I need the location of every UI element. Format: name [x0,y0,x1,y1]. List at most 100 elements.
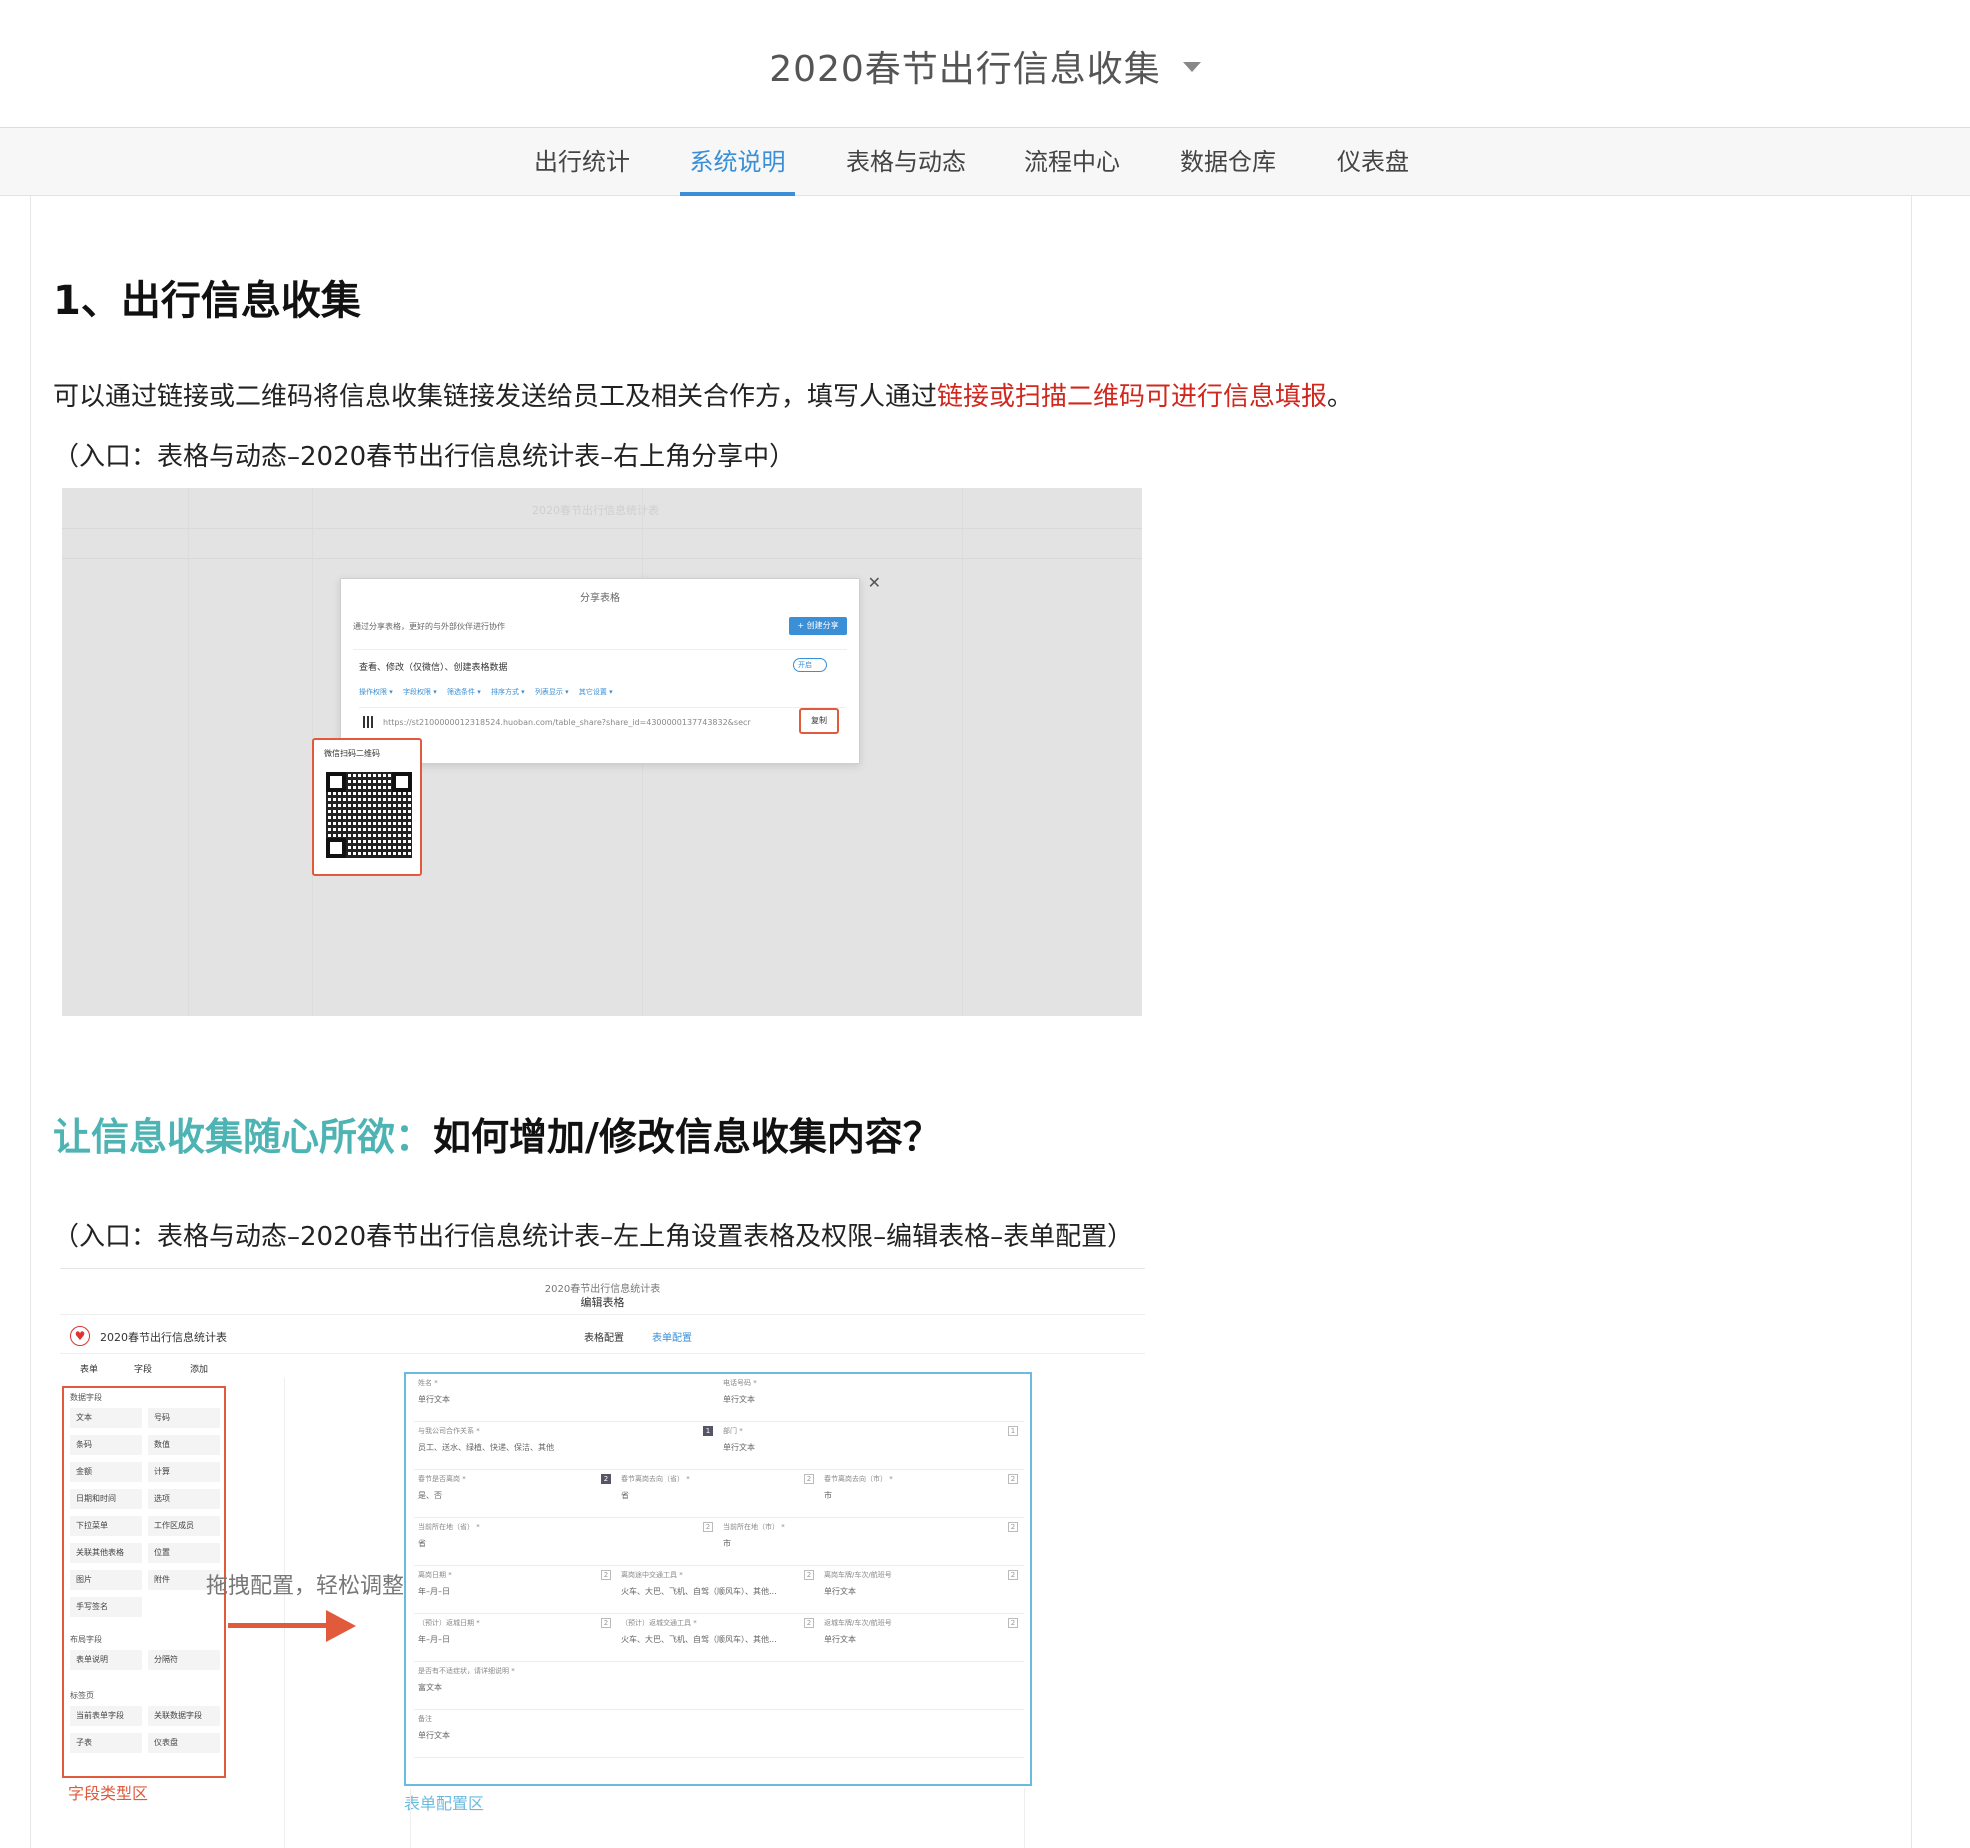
dialog-title: 分享表格 [580,593,620,604]
field-linked-data[interactable]: 关联数据字段 [148,1706,220,1726]
form-cell[interactable]: 春节是否离岗 * 是、否 2 [414,1470,617,1517]
tab-form-config[interactable]: 表单配置 [652,1329,692,1344]
share-dialog: 分享表格 ✕ 通过分享表格，更好的与外部伙伴进行协作 + 创建分享 查看、修改（… [340,573,881,764]
create-share-button[interactable]: + 创建分享 [789,617,847,635]
section-heading-1: 1、出行信息收集 [53,278,361,324]
form-cell[interactable]: 返城车牌/车次/航班号 单行文本 2 [820,1614,1024,1661]
app-title[interactable]: 2020春节出行信息收集 [769,49,1161,90]
divider [1024,1788,1025,1848]
form-cell[interactable]: （预计）返城交通工具 * 火车、大巴、飞机、自驾（顺风车）、其他... 2 [617,1614,820,1661]
cell-label: 姓名 * [418,1379,438,1387]
field-current-form[interactable]: 当前表单字段 [70,1706,142,1726]
field-location[interactable]: 位置 [148,1543,220,1563]
option-field-permission[interactable]: 字段权限 ▾ [403,688,437,696]
cell-label: 当前所在地（省） * [418,1523,480,1531]
copy-button[interactable]: 复制 [799,708,839,734]
column-count-badge[interactable]: 2 [1008,1522,1018,1532]
field-calc[interactable]: 计算 [148,1462,220,1482]
option-filter[interactable]: 筛选条件 ▾ [447,688,481,696]
share-url[interactable]: https://st2100000012318524.huoban.com/ta… [383,718,751,727]
field-barcode[interactable]: 条码 [70,1435,142,1455]
cell-value: 火车、大巴、飞机、自驾（顺风车）、其他... [621,1635,777,1644]
field-numeric[interactable]: 数值 [148,1435,220,1455]
tab-dashboard[interactable]: 仪表盘 [1326,128,1420,196]
divider [62,528,1142,529]
form-cell[interactable]: 春节离岗去向（市） * 市 2 [820,1470,1024,1517]
form-cell[interactable]: 电话号码 * 单行文本 [719,1374,1024,1421]
tab-workflow-center[interactable]: 流程中心 [1016,128,1128,196]
field-dropdown[interactable]: 下拉菜单 [70,1516,142,1536]
form-cell[interactable]: 离岗途中交通工具 * 火车、大巴、飞机、自驾（顺风车）、其他... 2 [617,1566,820,1613]
column-count-badge[interactable]: 2 [601,1570,611,1580]
form-config-area-label: 表单配置区 [404,1794,485,1813]
column-count-badge[interactable]: 2 [1008,1474,1018,1484]
app-title-dropdown[interactable]: 2020春节出行信息收集 [0,40,1970,92]
column-count-badge[interactable]: 2 [601,1618,611,1628]
para-highlight: 链接或扫描二维码可进行信息填报 [937,382,1328,412]
chevron-down-icon[interactable] [1182,62,1201,72]
field-subtable[interactable]: 子表 [70,1733,142,1753]
field-signature[interactable]: 手写签名 [70,1597,142,1617]
cell-value: 是、否 [418,1491,442,1500]
cell-label: 春节是否离岗 * [418,1475,466,1483]
column-count-badge[interactable]: 1 [1008,1426,1018,1436]
form-cell[interactable]: 当前所在地（省） * 省 2 [414,1518,719,1565]
tab-form[interactable]: 表单 [80,1362,98,1375]
form-cell[interactable]: 是否有不适症状，请详细说明 * 富文本 [414,1662,1024,1709]
column-count-badge[interactable]: 2 [804,1618,814,1628]
option-other[interactable]: 其它设置 ▾ [579,688,613,696]
cell-label: 部门 * [723,1427,743,1435]
cell-value: 员工、送水、绿植、快递、保洁、其他 [418,1443,554,1452]
close-icon[interactable]: ✕ [868,573,881,592]
field-amount[interactable]: 金额 [70,1462,142,1482]
column-count-badge[interactable]: 1 [703,1426,713,1436]
option-operation-permission[interactable]: 操作权限 ▾ [359,688,393,696]
column-count-badge[interactable]: 2 [1008,1618,1018,1628]
form-config-screenshot: 2020春节出行信息统计表 编辑表格 ♥ 2020春节出行信息统计表 表格配置 … [60,1268,1145,1848]
para-suffix: 。 [1327,382,1354,412]
field-link-table[interactable]: 关联其他表格 [70,1543,142,1563]
divider [962,488,963,1016]
column-count-badge[interactable]: 2 [601,1474,611,1484]
option-list-display[interactable]: 列表显示 ▾ [535,688,569,696]
column-count-badge[interactable]: 2 [804,1570,814,1580]
form-cell[interactable]: 备注 单行文本 [414,1710,1024,1757]
form-cell[interactable]: 与我公司合作关系 * 员工、送水、绿植、快递、保洁、其他 1 [414,1422,719,1469]
form-cell[interactable]: 部门 * 单行文本 1 [719,1422,1024,1469]
column-count-badge[interactable]: 2 [1008,1570,1018,1580]
field-options[interactable]: 选项 [148,1489,220,1509]
field-member[interactable]: 工作区成员 [148,1516,220,1536]
field-image[interactable]: 图片 [70,1570,142,1590]
field-datetime[interactable]: 日期和时间 [70,1489,142,1509]
form-cell[interactable]: 当前所在地（市） * 市 2 [719,1518,1024,1565]
tab-add[interactable]: 添加 [190,1362,208,1375]
option-sort[interactable]: 排序方式 ▾ [491,688,525,696]
form-cell[interactable]: （预计）返城日期 * 年–月–日 2 [414,1614,617,1661]
form-cell[interactable]: 离岗日期 * 年–月–日 2 [414,1566,617,1613]
column-count-badge[interactable]: 2 [804,1474,814,1484]
form-cell[interactable]: 春节离岗去向（省） * 省 2 [617,1470,820,1517]
tab-fields[interactable]: 字段 [134,1362,152,1375]
cell-value: 单行文本 [723,1443,755,1452]
qr-code-icon[interactable] [363,716,375,728]
share-toggle[interactable]: 开启 [793,658,827,672]
field-text[interactable]: 文本 [70,1408,142,1428]
form-cell[interactable]: 姓名 * 单行文本 [414,1374,719,1421]
field-panel-tabs: 表单 字段 添加 [60,1356,230,1380]
field-form-desc[interactable]: 表单说明 [70,1650,142,1670]
tab-system-guide[interactable]: 系统说明 [680,128,795,196]
tab-tables-activity[interactable]: 表格与动态 [840,128,972,196]
column-count-badge[interactable]: 2 [703,1522,713,1532]
tab-data-warehouse[interactable]: 数据仓库 [1172,128,1284,196]
field-number-id[interactable]: 号码 [148,1408,220,1428]
qr-popup: 微信扫码二维码 [312,738,422,876]
cell-label: 与我公司合作关系 * [418,1427,480,1435]
field-separator[interactable]: 分隔符 [148,1650,220,1670]
cell-value: 市 [723,1539,731,1548]
field-dashboard[interactable]: 仪表盘 [148,1733,220,1753]
form-cell[interactable]: 离岗车牌/车次/航班号 单行文本 2 [820,1566,1024,1613]
field-type-area: 数据字段 文本 号码 条码 数值 金额 计算 日期和时间 选项 下拉菜单 工作区… [62,1386,226,1778]
cell-value: 富文本 [418,1683,442,1692]
tab-table-config[interactable]: 表格配置 [584,1329,624,1344]
tab-travel-stats[interactable]: 出行统计 [526,128,638,196]
